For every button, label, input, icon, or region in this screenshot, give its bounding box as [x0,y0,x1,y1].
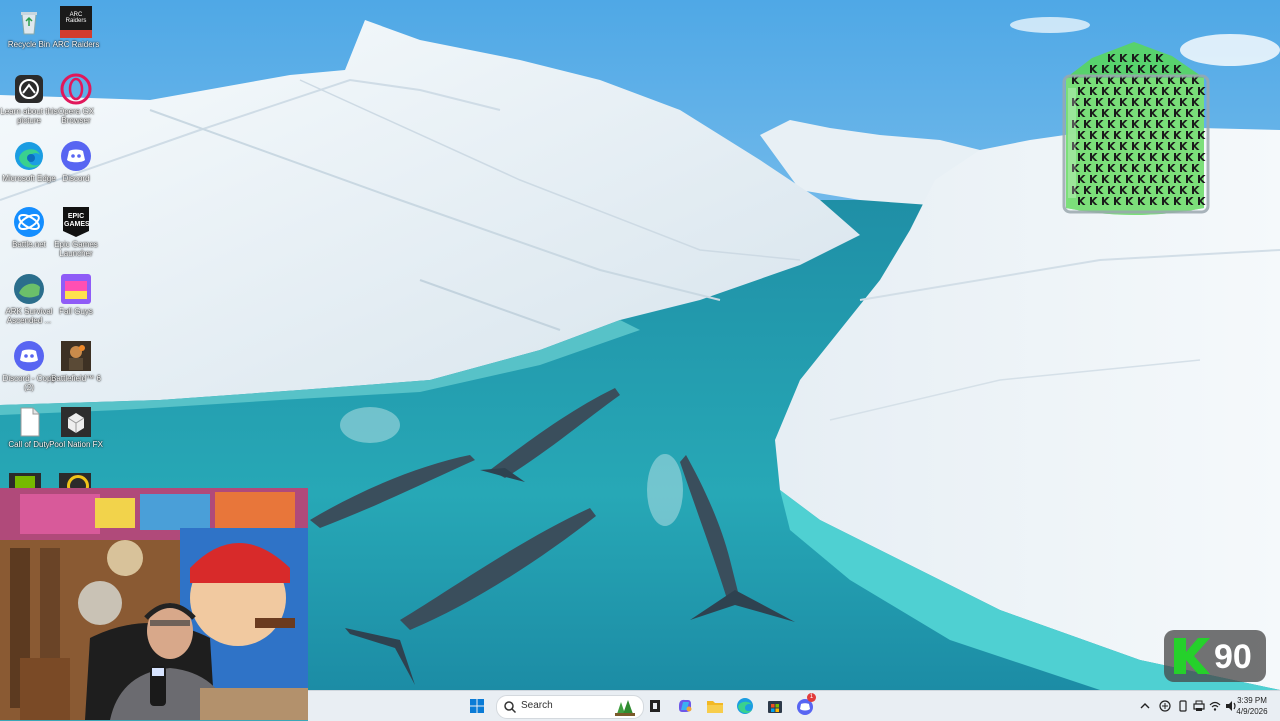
desktop-icon-label: Epic Games Launcher [54,240,98,258]
tray-network-status[interactable] [1158,699,1172,713]
desktop-icon-arc-raiders[interactable]: ARC Raiders ARC Raiders [47,6,105,49]
desktop-icon-pool-nation[interactable]: Pool Nation FX [47,406,105,449]
recycle-bin-icon [13,6,45,38]
search-highlight-icon [615,700,635,716]
app-icon [67,475,89,488]
edge-icon [737,698,753,714]
desktop-icon-opera-gx[interactable]: Opera GX Browser [47,73,105,125]
taskbar: Search 1 3:39 PM 4/9/2026 [308,690,1280,721]
kill-jar-widget [1062,42,1210,215]
nvidia-icon [15,476,35,488]
tray-printer[interactable] [1192,699,1206,713]
k-logo-icon [1174,638,1210,674]
network-icon [1159,700,1171,712]
store-button[interactable] [764,696,786,716]
webcam-overlay [0,488,308,720]
desktop-icon-epic-games[interactable]: EPIC GAMES Epic Games Launcher [47,206,105,258]
desktop-icon-label: Pool Nation FX [49,440,103,449]
tray-wifi[interactable] [1208,699,1222,713]
desktop-icon-label: Opera GX Browser [57,107,94,125]
discord-notification-badge: 1 [807,693,816,702]
discord-icon [13,340,45,372]
edge-taskbar-button[interactable] [734,696,756,716]
arc-raiders-icon: ARC Raiders [60,6,92,38]
opera-gx-icon [60,73,92,105]
copilot-icon [679,699,692,712]
store-icon [768,701,782,713]
task-view-button[interactable] [644,696,666,716]
discord-taskbar-button[interactable]: 1 [794,693,816,716]
desktop-icon-label: Discord [62,174,90,183]
start-button[interactable] [466,696,488,716]
show-hidden-icons-button[interactable] [1138,699,1152,713]
fall-guys-icon [60,273,92,305]
taskbar-clock[interactable]: 3:39 PM 4/9/2026 [1224,695,1280,717]
kill-count: 90 [1214,638,1252,676]
camera-icon [13,73,45,105]
copilot-button[interactable] [674,696,696,716]
desktop-icon-nvidia[interactable] [9,473,41,488]
edge-icon [13,140,45,172]
desktop-icon-fall-guys[interactable]: Fall Guys [47,273,105,316]
epic-games-icon: EPIC GAMES [60,206,92,238]
desktop-icon-label: Battlefield™ 6 [51,374,101,383]
search-icon [504,701,517,714]
desktop-icon-label: Fall Guys [59,307,93,316]
clock-date: 4/9/2026 [1236,707,1268,716]
epic-logo-text: EPIC GAMES [64,213,90,228]
file-icon [13,406,45,438]
pool-nation-icon [60,406,92,438]
desktop-icon-label: ARC Raiders [52,40,100,49]
battlefield-icon [60,340,92,372]
discord-icon [60,140,92,172]
phone-icon [1179,700,1187,712]
wifi-icon [1209,701,1221,711]
desktop-icon-unknown-app[interactable] [59,473,91,488]
taskbar-search-box[interactable]: Search [496,695,644,719]
ark-icon [13,273,45,305]
desktop-icon-discord[interactable]: Discord [47,140,105,183]
tray-phone-link[interactable] [1176,699,1190,713]
kill-counter-overlay: 90 [1164,630,1266,682]
clock-time: 3:39 PM [1237,696,1267,705]
arc-logo-text: ARC Raiders [65,12,87,24]
file-explorer-button[interactable] [704,696,726,716]
search-placeholder: Search [521,700,553,711]
battlenet-icon [13,206,45,238]
chevron-up-icon [1140,703,1150,709]
windows-start-icon [470,699,484,713]
task-view-icon [650,700,660,712]
file-explorer-icon [707,701,723,713]
desktop-icon-battlefield[interactable]: Battlefield™ 6 [47,340,105,383]
printer-icon [1193,700,1205,711]
